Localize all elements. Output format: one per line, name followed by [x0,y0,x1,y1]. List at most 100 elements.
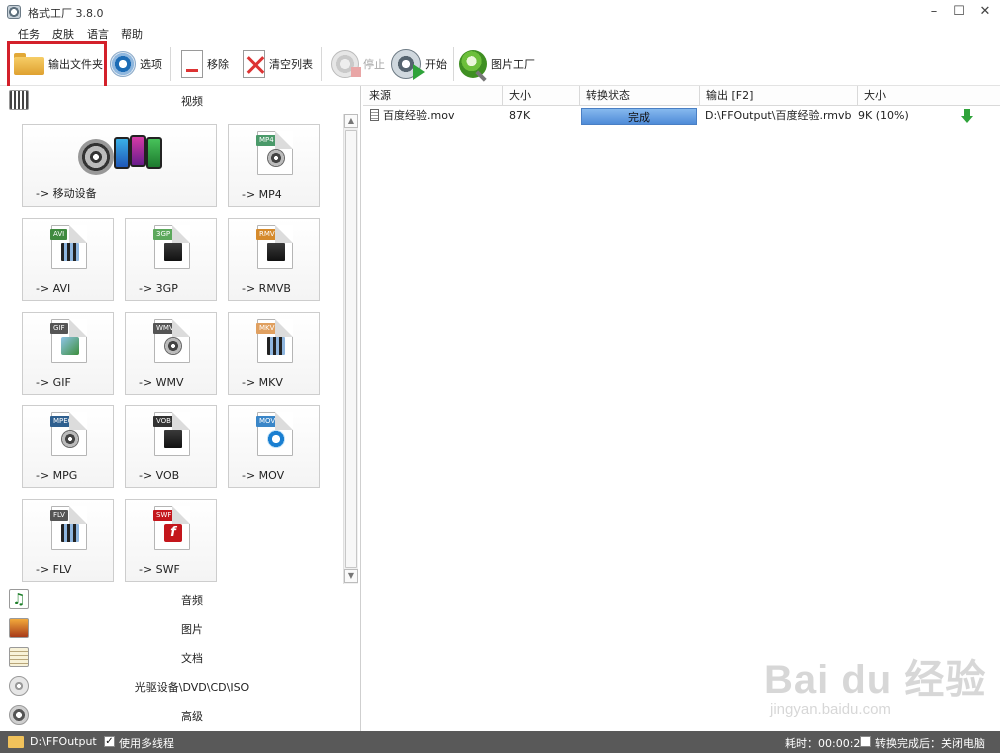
format-tile-mov[interactable]: MOV -> MOV [228,405,320,488]
output-folder-icon[interactable] [8,736,24,748]
rmvb-file-icon: RMVB [256,225,293,269]
remove-doc-icon [181,50,203,78]
category-video-label: 视频 [181,95,203,108]
category-document[interactable]: 文档 [0,643,361,671]
menu-skin[interactable]: 皮肤 [52,26,74,42]
flv-file-icon: FLV [50,506,87,550]
format-tag: MOV [256,416,279,427]
format-grid-scrollbar[interactable]: ▲ ▼ [343,114,358,584]
shutdown-after-checkbox[interactable] [860,736,871,747]
start-play-icon [391,49,425,80]
format-tile-flv[interactable]: FLV -> FLV [22,499,114,582]
remove-button[interactable]: 移除 [181,45,229,83]
menu-help[interactable]: 帮助 [121,26,143,42]
format-tile-wmv[interactable]: WMV -> WMV [125,312,217,395]
format-tile-gif[interactable]: GIF -> GIF [22,312,114,395]
mp4-file-icon: MP4 [256,131,293,175]
format-tile-vob[interactable]: VOB -> VOB [125,405,217,488]
column-header-source[interactable]: 来源 [363,86,503,106]
source-filename: 百度经验.mov [383,109,455,122]
format-tile-label: -> 移动设备 [36,187,97,200]
task-list: 来源 大小 转换状态 输出 [F2] 大小 百度经验.mov 87K 完成 D:… [363,86,1000,731]
column-header-output[interactable]: 输出 [F2] [700,86,858,106]
wmv-file-icon: WMV [153,319,190,363]
mpg-file-icon: MPEG [50,412,87,456]
avi-file-icon: AVI [50,225,87,269]
scroll-thumb[interactable] [345,130,357,568]
format-tile-label: -> GIF [36,376,71,389]
output-size-cell: 9K (10%) [858,109,909,122]
download-arrow-icon[interactable] [961,109,973,123]
swf-file-icon: SWF f [153,506,190,550]
category-audio[interactable]: ♫ 音频 [0,585,361,613]
column-header-status[interactable]: 转换状态 [580,86,700,106]
category-picture-label: 图片 [181,623,203,636]
maximize-button[interactable]: ☐ [946,2,972,22]
column-header-size[interactable]: 大小 [503,86,580,106]
options-label: 选项 [140,58,162,71]
start-button[interactable]: 开始 [391,45,447,83]
picture-factory-label: 图片工厂 [491,58,535,71]
format-tile-label: -> FLV [36,563,72,576]
output-path-text[interactable]: D:\FFOutput [30,735,97,748]
format-tile-swf[interactable]: SWF f -> SWF [125,499,217,582]
format-tag: MP4 [256,135,277,146]
table-row[interactable]: 百度经验.mov 87K 完成 D:\FFOutput\百度经验.rmvb 9K… [363,106,1000,126]
toolbar-divider [321,47,322,81]
format-tile-label: -> MKV [242,376,283,389]
menu-task[interactable]: 任务 [18,26,40,42]
format-tile-mobile[interactable]: -> 移动设备 [22,124,217,207]
category-advanced[interactable]: 高级 [0,701,361,729]
format-tag: RMVB [256,229,283,240]
highlight-annotation-box [7,41,107,89]
window-title: 格式工厂 3.8.0 [28,7,104,20]
format-tag: 3GP [153,229,174,240]
status-bar: D:\FFOutput ✓ 使用多线程 耗时：00:00:23 转换完成后：关闭… [0,731,1000,753]
category-video[interactable]: 视频 [0,86,361,114]
category-audio-label: 音频 [181,594,203,607]
format-tile-rmvb[interactable]: RMVB -> RMVB [228,218,320,301]
format-tile-label: -> MOV [242,469,285,482]
minimize-button[interactable]: – [921,2,947,22]
source-cell: 百度经验.mov [370,108,454,124]
column-header-output-size[interactable]: 大小 [858,86,1000,106]
watermark-brand: Bai du 经验 [764,658,987,702]
format-tag: SWF [153,510,175,521]
picture-factory-button[interactable]: 图片工厂 [459,45,535,83]
stop-label: 停止 [363,58,385,71]
start-label: 开始 [425,58,447,71]
category-document-label: 文档 [181,652,203,665]
format-tag: GIF [50,323,68,334]
format-tag: MKV [256,323,278,334]
scroll-up-icon[interactable]: ▲ [344,114,358,128]
audio-note-icon: ♫ [9,589,29,609]
options-button[interactable]: 选项 [110,45,162,83]
format-tile-label: -> 3GP [139,282,178,295]
format-tile-3gp[interactable]: 3GP -> 3GP [125,218,217,301]
close-button[interactable]: ✕ [972,2,998,22]
format-tile-label: -> SWF [139,563,180,576]
multithread-checkbox[interactable]: ✓ [104,736,115,747]
scroll-down-icon[interactable]: ▼ [344,569,358,583]
format-tag: WMV [153,323,177,334]
menu-bar: 任务 皮肤 语言 帮助 [0,24,1000,42]
stop-icon [331,50,361,78]
category-picture[interactable]: 图片 [0,614,361,642]
3gp-file-icon: 3GP [153,225,190,269]
format-panel: 视频 -> 移动设备 MP4 -> MP4 AVI -> AVI 3GP -> … [0,86,361,731]
stop-button[interactable]: 停止 [331,45,385,83]
format-tile-avi[interactable]: AVI -> AVI [22,218,114,301]
format-tile-label: -> RMVB [242,282,291,295]
format-tile-label: -> AVI [36,282,71,295]
category-disc[interactable]: 光驱设备\DVD\CD\ISO [0,672,361,700]
clear-list-button[interactable]: 清空列表 [243,45,313,83]
clear-list-label: 清空列表 [269,58,313,71]
format-tile-mp4[interactable]: MP4 -> MP4 [228,124,320,207]
disc-drive-icon [9,676,29,696]
title-bar: 格式工厂 3.8.0 – ☐ ✕ [0,0,1000,24]
menu-language[interactable]: 语言 [87,26,109,42]
format-tile-label: -> MP4 [242,188,282,201]
mkv-file-icon: MKV [256,319,293,363]
format-tile-mpg[interactable]: MPEG -> MPG [22,405,114,488]
format-tile-mkv[interactable]: MKV -> MKV [228,312,320,395]
